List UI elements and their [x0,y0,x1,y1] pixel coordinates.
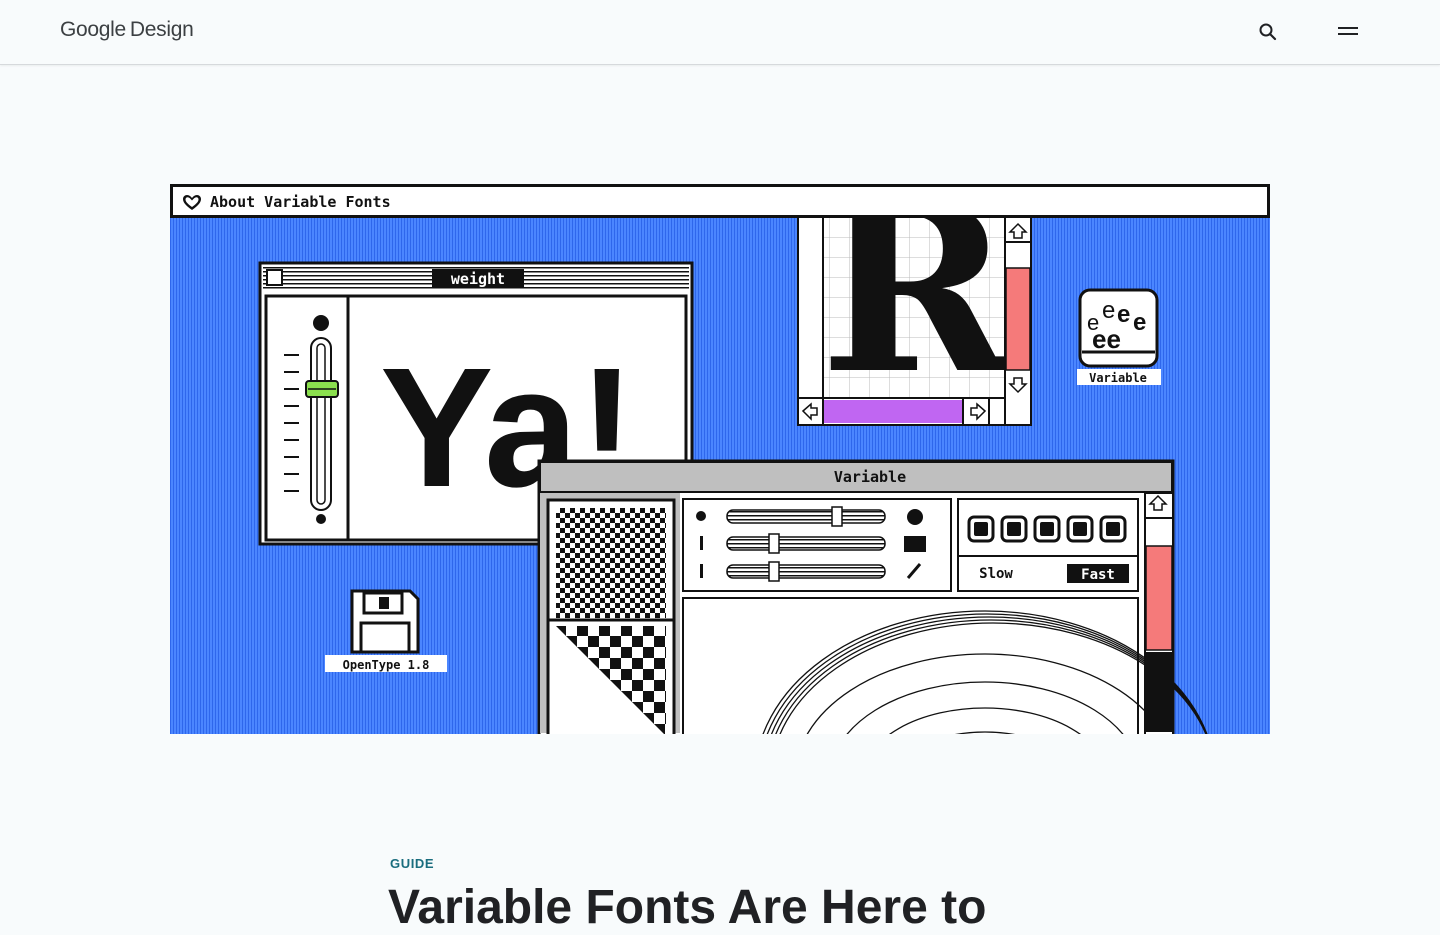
svg-text:ee: ee [1092,324,1121,354]
svg-text:e: e [1102,297,1115,324]
opentype-label: OpenType 1.8 [343,658,430,672]
floppy-disk-icon: OpenType 1.8 [325,589,447,672]
window-title: About Variable Fonts [210,193,391,211]
about-variable-fonts-titlebar: About Variable Fonts [170,184,1270,218]
search-icon[interactable] [1258,22,1278,42]
weight-label: weight [451,270,505,288]
svg-text:e: e [1133,309,1146,336]
top-navigation-bar: Google Design [0,0,1440,65]
heart-icon [183,195,201,210]
variable-window: Variable Slow Fast [537,459,1208,734]
glyph-editor-window: R [797,218,1032,426]
speed-slow-label: Slow [979,566,1013,582]
article-kicker: GUIDE [390,856,435,871]
retro-desktop: R weight Ya! e e e e ee Variable OpenTyp… [170,218,1270,734]
article-title: Variable Fonts Are Here to [388,881,987,934]
variable-window-title: Variable [834,468,906,486]
menu-icon[interactable] [1336,22,1360,42]
google-design-logo[interactable]: Google Design [60,18,194,42]
variable-font-icon: e e e e ee Variable [1077,288,1161,385]
brand-google: Google [60,18,126,41]
speed-fast-label: Fast [1081,567,1115,583]
glyph-r: R [820,218,1013,425]
variable-icon-label: Variable [1089,371,1147,385]
hero-illustration: About Variable Fonts R weight Ya! e e e … [170,184,1270,734]
brand-design: Design [129,18,194,41]
